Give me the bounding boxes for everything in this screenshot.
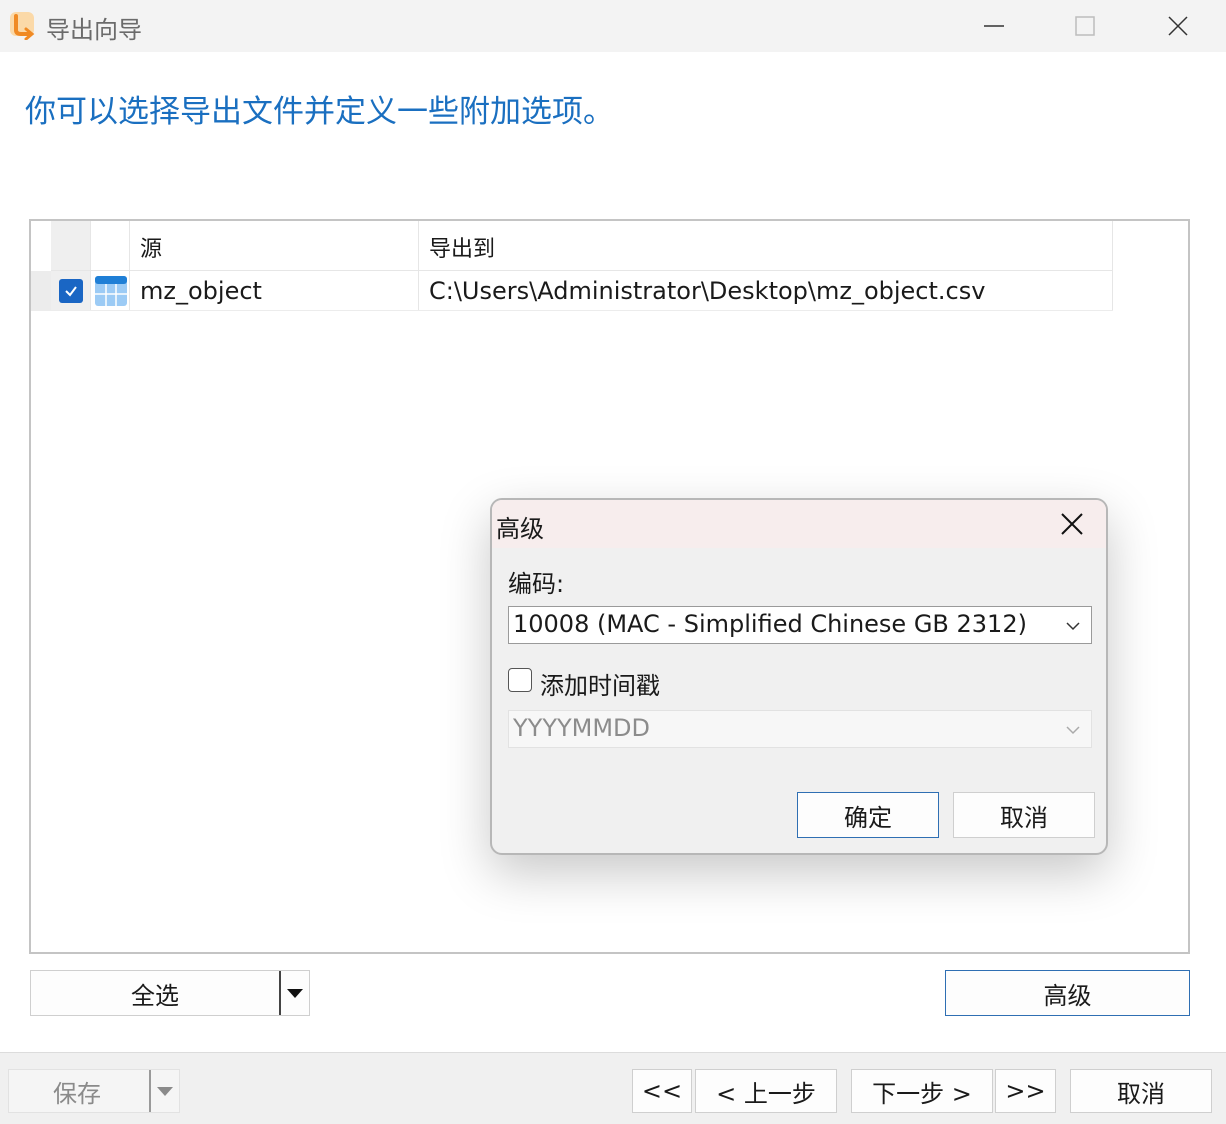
dialog-title: 高级 <box>496 515 544 543</box>
timestamp-label[interactable]: 添加时间戳 <box>540 666 660 701</box>
caret-down-icon <box>157 1087 173 1096</box>
last-step-button[interactable]: >> <box>995 1069 1056 1113</box>
encoding-select[interactable]: 10008 (MAC - Simplified Chinese GB 2312) <box>508 606 1092 644</box>
cancel-wizard-button[interactable]: 取消 <box>1070 1069 1212 1113</box>
close-icon <box>1168 16 1188 36</box>
window-title: 导出向导 <box>46 16 142 44</box>
select-all-dropdown[interactable] <box>279 971 309 1015</box>
ok-button[interactable]: 确定 <box>797 792 939 838</box>
table-header: 源 导出到 <box>51 221 1113 271</box>
row-target-cell[interactable]: C:\Users\Administrator\Desktop\mz_object… <box>419 271 1113 310</box>
page-heading: 你可以选择导出文件并定义一些附加选项。 <box>25 94 614 130</box>
save-button[interactable]: 保存 <box>8 1069 180 1113</box>
maximize-icon <box>1075 16 1095 36</box>
app-logo-icon <box>10 12 35 40</box>
row-icon-cell <box>91 271 130 310</box>
minimize-icon <box>984 25 1004 27</box>
header-check-cell <box>51 221 91 270</box>
row-selector[interactable] <box>31 271 51 311</box>
maximize-button[interactable] <box>1055 6 1115 46</box>
minimize-button[interactable] <box>964 6 1024 46</box>
column-header-target[interactable]: 导出到 <box>419 221 1113 270</box>
chevron-down-icon <box>1066 726 1080 735</box>
table-icon <box>95 276 127 306</box>
select-all-button[interactable]: 全选 <box>30 970 310 1016</box>
row-check-cell[interactable] <box>51 271 91 310</box>
advanced-button[interactable]: 高级 <box>945 970 1190 1016</box>
checkmark-icon <box>65 286 77 297</box>
chevron-down-icon <box>1066 622 1080 631</box>
timestamp-format-select[interactable]: YYYYMMDD <box>508 710 1092 748</box>
save-dropdown[interactable] <box>149 1070 179 1112</box>
caret-down-icon <box>287 989 303 998</box>
first-step-button[interactable]: << <box>632 1069 692 1113</box>
dialog-cancel-button[interactable]: 取消 <box>953 792 1095 838</box>
header-icon-cell <box>91 221 130 270</box>
title-bar: 导出向导 <box>0 0 1226 52</box>
row-checkbox[interactable] <box>59 279 83 303</box>
close-icon[interactable] <box>1058 510 1086 538</box>
next-step-button[interactable]: 下一步 > <box>851 1069 993 1113</box>
table-row[interactable]: mz_object C:\Users\Administrator\Desktop… <box>31 271 1113 311</box>
row-source-cell: mz_object <box>130 271 419 310</box>
timestamp-checkbox[interactable] <box>508 668 532 692</box>
advanced-dialog: 高级 编码: 10008 (MAC - Simplified Chinese G… <box>490 498 1108 855</box>
column-header-source[interactable]: 源 <box>130 221 419 270</box>
dialog-title-bar: 高级 <box>492 500 1106 548</box>
close-window-button[interactable] <box>1148 6 1208 46</box>
previous-step-button[interactable]: < 上一步 <box>695 1069 837 1113</box>
encoding-label: 编码: <box>508 570 565 598</box>
